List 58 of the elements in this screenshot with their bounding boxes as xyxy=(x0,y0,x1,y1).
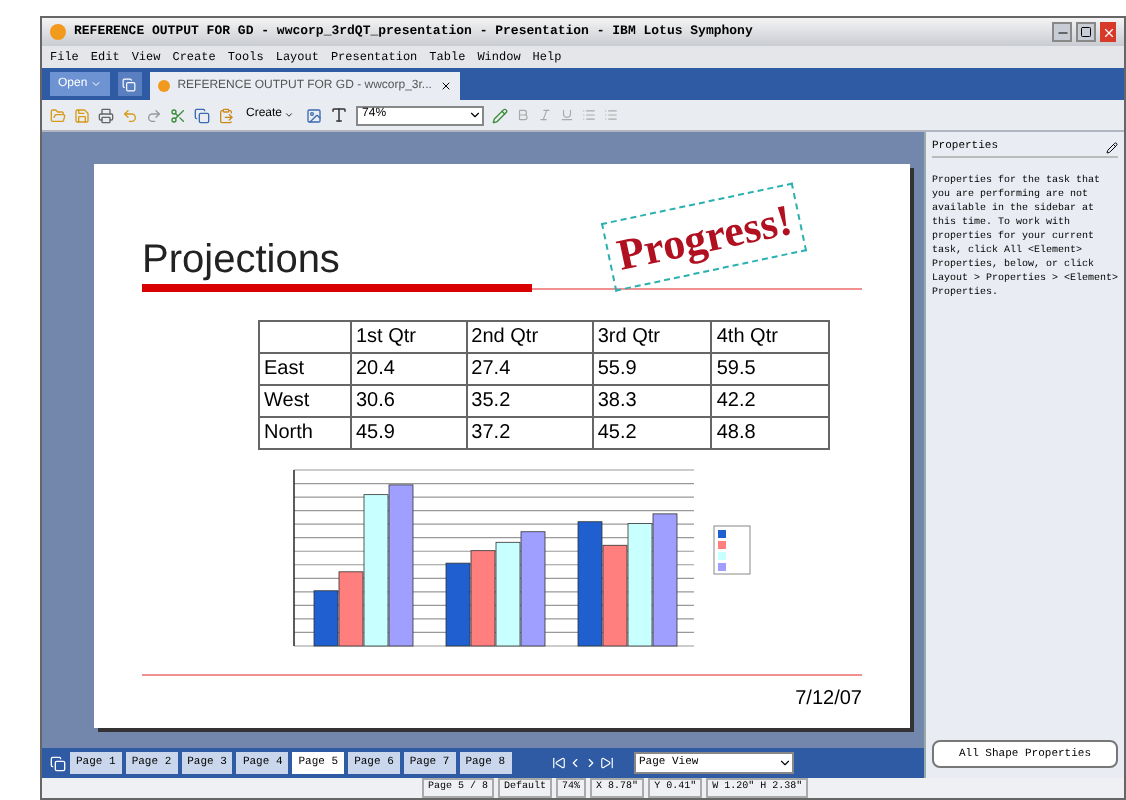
cut-icon[interactable] xyxy=(170,107,186,123)
table-cell: 42.2 xyxy=(711,385,829,417)
table-cell: 27.4 xyxy=(466,353,593,385)
app-logo-icon xyxy=(50,24,66,40)
chart-bar xyxy=(520,531,546,647)
new-tab-button[interactable] xyxy=(117,72,142,96)
print-icon[interactable] xyxy=(98,107,114,123)
chart-bar xyxy=(602,544,628,647)
table-cell: 20.4 xyxy=(351,353,467,385)
caret-icon xyxy=(284,110,295,120)
slide-date: 7/12/07 xyxy=(795,686,862,714)
chart-bar xyxy=(627,523,653,647)
document-icon xyxy=(157,80,170,92)
table-cell: 37.2 xyxy=(466,417,593,449)
chart-bar xyxy=(495,541,521,647)
dropdown-icon xyxy=(468,108,483,122)
previous-page-icon[interactable] xyxy=(567,756,581,770)
image-icon[interactable] xyxy=(306,107,323,123)
pencil-icon[interactable] xyxy=(1106,141,1118,153)
page-icon[interactable] xyxy=(50,755,66,771)
column-header: 1st Qtr xyxy=(351,321,467,353)
row-header: East xyxy=(259,353,351,385)
chart-bar xyxy=(445,562,471,647)
last-page-icon[interactable] xyxy=(599,756,613,770)
table-cell: 45.2 xyxy=(592,417,712,449)
close-tab-icon[interactable] xyxy=(439,80,452,92)
maximize-icon xyxy=(1080,26,1092,38)
minimize-button[interactable] xyxy=(1052,22,1072,42)
first-page-icon[interactable] xyxy=(551,756,565,770)
next-page-icon[interactable] xyxy=(583,756,597,770)
text-icon[interactable] xyxy=(330,106,349,124)
table-cell: 48.8 xyxy=(711,417,829,449)
chart-bar xyxy=(470,550,496,647)
dropdown-icon xyxy=(777,756,791,770)
row-header: North xyxy=(259,417,351,449)
table-cell: 30.6 xyxy=(351,385,467,417)
chart-bar xyxy=(577,521,603,647)
column-header: 4th Qtr xyxy=(711,321,829,353)
table-cell: 55.9 xyxy=(592,353,712,385)
caret-icon xyxy=(89,78,102,90)
maximize-button[interactable] xyxy=(1076,22,1096,42)
slide-title: Projections xyxy=(142,240,340,280)
copy-icon[interactable] xyxy=(194,107,210,123)
table-cell: 59.5 xyxy=(711,353,829,385)
chart-bar xyxy=(313,590,339,647)
row-header: West xyxy=(259,385,351,417)
close-button[interactable] xyxy=(1100,22,1116,42)
column-header: 3rd Qtr xyxy=(592,321,712,353)
chart-legend xyxy=(713,525,751,575)
chart-bar xyxy=(652,513,678,647)
pages-icon xyxy=(122,77,137,91)
column-header: 2nd Qtr xyxy=(466,321,593,353)
redo-icon[interactable] xyxy=(146,107,162,123)
paste-icon[interactable] xyxy=(218,107,234,123)
table-cell: 35.2 xyxy=(466,385,593,417)
table-cell: 45.9 xyxy=(351,417,467,449)
close-icon xyxy=(1101,25,1115,39)
table-cell: 38.3 xyxy=(592,385,712,417)
